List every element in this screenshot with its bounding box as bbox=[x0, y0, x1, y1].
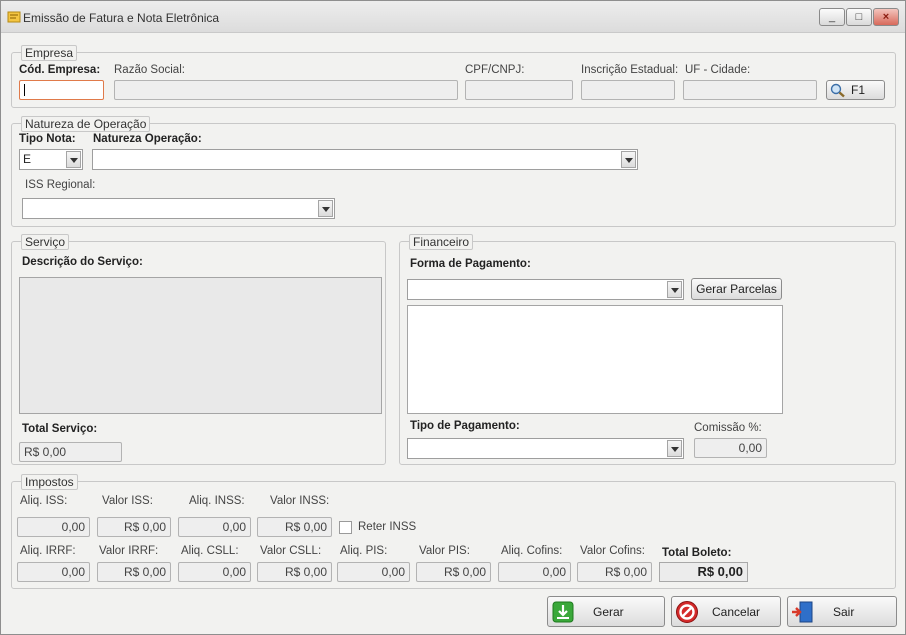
empresa-legend: Empresa bbox=[21, 45, 78, 61]
razao-social-label: Razão Social: bbox=[114, 64, 185, 76]
iss-regional-select[interactable] bbox=[22, 198, 335, 219]
aliq-irrf-field[interactable]: 0,00 bbox=[17, 562, 90, 582]
aliq-csll-field[interactable]: 0,00 bbox=[178, 562, 251, 582]
window-title: Emissão de Fatura e Nota Eletrônica bbox=[23, 11, 220, 25]
reter-inss-checkbox[interactable] bbox=[339, 521, 352, 534]
total-servico-label: Total Serviço: bbox=[22, 423, 98, 435]
uf-cidade-field[interactable] bbox=[683, 80, 817, 100]
parcelas-list[interactable] bbox=[407, 305, 783, 414]
total-servico-field[interactable]: R$ 0,00 bbox=[19, 442, 122, 462]
maximize-button[interactable]: □ bbox=[846, 8, 872, 26]
gerar-label: Gerar bbox=[593, 605, 624, 619]
valor-cofins-label: Valor Cofins: bbox=[580, 545, 645, 557]
iss-regional-label: ISS Regional: bbox=[25, 179, 96, 191]
valor-irrf-label: Valor IRRF: bbox=[99, 545, 159, 557]
valor-inss-label: Valor INSS: bbox=[270, 495, 330, 507]
valor-csll-label: Valor CSLL: bbox=[260, 545, 322, 557]
sair-label: Sair bbox=[833, 605, 855, 619]
cpf-cnpj-label: CPF/CNPJ: bbox=[465, 64, 525, 76]
cod-empresa-input[interactable] bbox=[19, 80, 104, 100]
valor-pis-field[interactable]: R$ 0,00 bbox=[416, 562, 491, 582]
natureza-operacao-label: Natureza Operação: bbox=[93, 133, 202, 145]
descricao-servico-memo[interactable] bbox=[19, 277, 382, 414]
servico-legend: Serviço bbox=[21, 234, 70, 250]
comissao-field[interactable]: 0,00 bbox=[694, 438, 767, 458]
chevron-down-icon[interactable] bbox=[621, 151, 636, 168]
chevron-down-icon[interactable] bbox=[667, 281, 682, 298]
sair-button[interactable]: Sair bbox=[787, 596, 897, 627]
close-button[interactable]: × bbox=[873, 8, 899, 26]
valor-cofins-field[interactable]: R$ 0,00 bbox=[577, 562, 652, 582]
exit-door-icon bbox=[792, 601, 813, 623]
impostos-legend: Impostos bbox=[21, 474, 78, 490]
cancelar-button[interactable]: Cancelar bbox=[671, 596, 781, 627]
valor-irrf-field[interactable]: R$ 0,00 bbox=[97, 562, 171, 582]
cod-empresa-label: Cód. Empresa: bbox=[19, 64, 101, 76]
total-boleto-field[interactable]: R$ 0,00 bbox=[659, 562, 748, 582]
title-bar[interactable]: Emissão de Fatura e Nota Eletrônica _ □ … bbox=[1, 1, 905, 33]
valor-pis-label: Valor PIS: bbox=[419, 545, 470, 557]
forma-pagamento-select[interactable] bbox=[407, 279, 684, 300]
cancel-icon bbox=[676, 601, 698, 623]
valor-csll-field[interactable]: R$ 0,00 bbox=[257, 562, 332, 582]
chevron-down-icon[interactable] bbox=[318, 200, 333, 217]
lookup-f1-button[interactable]: F1 bbox=[826, 80, 885, 100]
chevron-down-icon[interactable] bbox=[667, 440, 682, 457]
close-icon: × bbox=[882, 11, 890, 23]
natureza-operacao-select[interactable] bbox=[92, 149, 638, 170]
cpf-cnpj-field[interactable] bbox=[465, 80, 573, 100]
total-boleto-label: Total Boleto: bbox=[662, 547, 732, 559]
chevron-down-icon[interactable] bbox=[66, 151, 81, 168]
comissao-label: Comissão %: bbox=[694, 422, 762, 434]
minimize-icon: _ bbox=[828, 11, 836, 23]
tipo-nota-value: E bbox=[23, 152, 32, 166]
aliq-cofins-field[interactable]: 0,00 bbox=[498, 562, 571, 582]
forma-pagamento-label: Forma de Pagamento: bbox=[410, 258, 531, 270]
inscricao-estadual-label: Inscrição Estadual: bbox=[581, 64, 679, 76]
valor-iss-field[interactable]: R$ 0,00 bbox=[97, 517, 171, 537]
lookup-f1-label: F1 bbox=[851, 83, 866, 97]
aliq-inss-label: Aliq. INSS: bbox=[189, 495, 245, 507]
reter-inss-label[interactable]: Reter INSS bbox=[358, 521, 416, 533]
gerar-button[interactable]: Gerar bbox=[547, 596, 665, 627]
razao-social-field[interactable] bbox=[114, 80, 458, 100]
tipo-nota-label: Tipo Nota: bbox=[19, 133, 76, 145]
descricao-servico-label: Descrição do Serviço: bbox=[22, 256, 143, 268]
inscricao-estadual-field[interactable] bbox=[581, 80, 675, 100]
tipo-nota-select[interactable]: E bbox=[19, 149, 83, 170]
uf-cidade-label: UF - Cidade: bbox=[685, 64, 751, 76]
window: Emissão de Fatura e Nota Eletrônica _ □ … bbox=[0, 0, 906, 635]
cancelar-label: Cancelar bbox=[712, 605, 761, 619]
minimize-button[interactable]: _ bbox=[819, 8, 845, 26]
financeiro-legend: Financeiro bbox=[409, 234, 474, 250]
aliq-csll-label: Aliq. CSLL: bbox=[181, 545, 239, 557]
aliq-inss-field[interactable]: 0,00 bbox=[178, 517, 251, 537]
maximize-icon: □ bbox=[855, 11, 863, 23]
tipo-pagamento-select[interactable] bbox=[407, 438, 684, 459]
app-icon bbox=[7, 11, 21, 23]
aliq-pis-label: Aliq. PIS: bbox=[340, 545, 388, 557]
aliq-iss-field[interactable]: 0,00 bbox=[17, 517, 90, 537]
valor-iss-label: Valor ISS: bbox=[102, 495, 153, 507]
aliq-irrf-label: Aliq. IRRF: bbox=[20, 545, 76, 557]
magnifier-icon bbox=[830, 83, 845, 98]
download-icon bbox=[552, 601, 574, 623]
valor-inss-field[interactable]: R$ 0,00 bbox=[257, 517, 332, 537]
aliq-pis-field[interactable]: 0,00 bbox=[337, 562, 410, 582]
aliq-cofins-label: Aliq. Cofins: bbox=[501, 545, 563, 557]
natureza-legend: Natureza de Operação bbox=[21, 116, 151, 132]
tipo-pagamento-label: Tipo de Pagamento: bbox=[410, 420, 520, 432]
gerar-parcelas-button[interactable]: Gerar Parcelas bbox=[691, 278, 782, 300]
aliq-iss-label: Aliq. ISS: bbox=[20, 495, 68, 507]
